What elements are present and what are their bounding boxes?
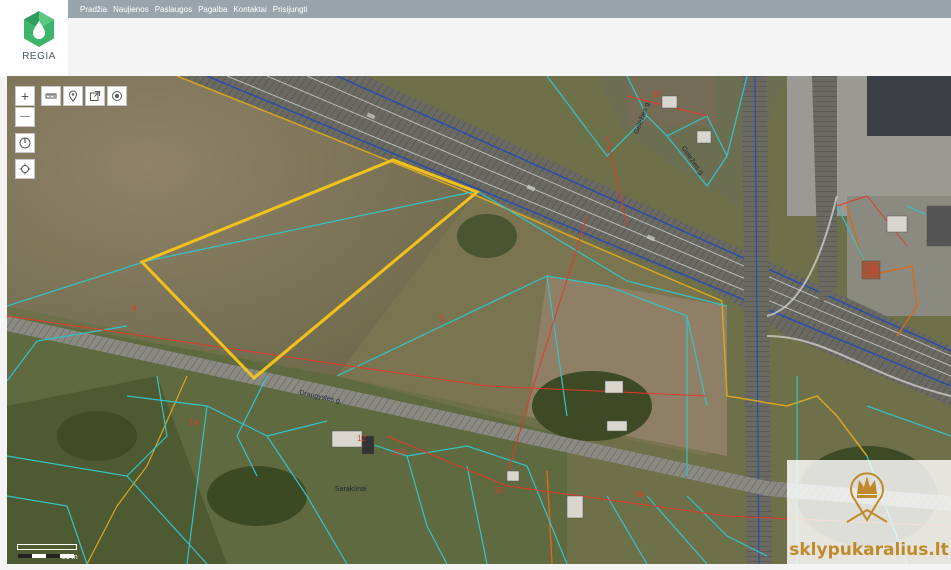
marker-button[interactable] bbox=[63, 86, 83, 106]
nav-item-help[interactable]: Pagalba bbox=[198, 5, 227, 14]
nav-item-contacts[interactable]: Kontaktai bbox=[233, 5, 266, 14]
nav-item-news[interactable]: Naujienos bbox=[113, 5, 149, 14]
crosshair-icon bbox=[19, 163, 31, 175]
watermark-text: sklypukaralius.lt bbox=[789, 540, 949, 560]
logo-text: REGIA bbox=[22, 51, 56, 62]
target-icon bbox=[112, 91, 122, 101]
parcel-label: 10 bbox=[494, 486, 503, 495]
parcel-label: 12 bbox=[357, 434, 366, 443]
regia-logo-icon bbox=[24, 11, 54, 47]
parcel-label: 14 bbox=[189, 418, 198, 427]
crown-pin-icon bbox=[846, 472, 888, 523]
compass-button[interactable] bbox=[15, 133, 35, 153]
locate-button[interactable] bbox=[15, 159, 35, 179]
main-nav: Pradžia Naujienos Paslaugos Pagalba Kont… bbox=[80, 0, 307, 18]
street-label: Sarakūnai bbox=[335, 486, 367, 493]
parcel-label: 19 bbox=[869, 266, 878, 275]
map-viewport[interactable]: 9 5 14 12 12A 10 8A 19 30 Draugystės g. … bbox=[7, 76, 951, 564]
nav-item-home[interactable]: Pradžia bbox=[80, 5, 107, 14]
parcel-label: 12A bbox=[392, 448, 407, 457]
scale-bar bbox=[17, 544, 77, 558]
app-root: Pradžia Naujienos Paslaugos Pagalba Kont… bbox=[0, 0, 951, 570]
nav-item-login[interactable]: Prisijungti bbox=[273, 5, 308, 14]
watermark: sklypukaralius.lt bbox=[787, 460, 951, 564]
zoom-out-button[interactable]: — bbox=[15, 107, 35, 127]
location-pin-icon bbox=[68, 90, 78, 102]
parcel-label: 9 bbox=[132, 304, 137, 313]
parcel-label: 5 bbox=[439, 314, 444, 323]
zoom-in-button[interactable]: + bbox=[15, 86, 35, 106]
top-navigation-bar: Pradžia Naujienos Paslaugos Pagalba Kont… bbox=[0, 0, 951, 18]
header bbox=[0, 18, 951, 76]
ruler-icon bbox=[45, 93, 57, 99]
parcel-label: 30 bbox=[652, 90, 661, 99]
measure-button[interactable] bbox=[41, 86, 61, 106]
compass-icon bbox=[19, 137, 31, 149]
target-button[interactable] bbox=[107, 86, 127, 106]
parcel-label: 8A bbox=[635, 490, 645, 499]
scale-label: 20 m bbox=[62, 554, 78, 561]
logo[interactable]: REGIA bbox=[0, 0, 68, 76]
export-icon bbox=[90, 91, 100, 101]
export-button[interactable] bbox=[85, 86, 105, 106]
nav-item-services[interactable]: Paslaugos bbox=[155, 5, 192, 14]
